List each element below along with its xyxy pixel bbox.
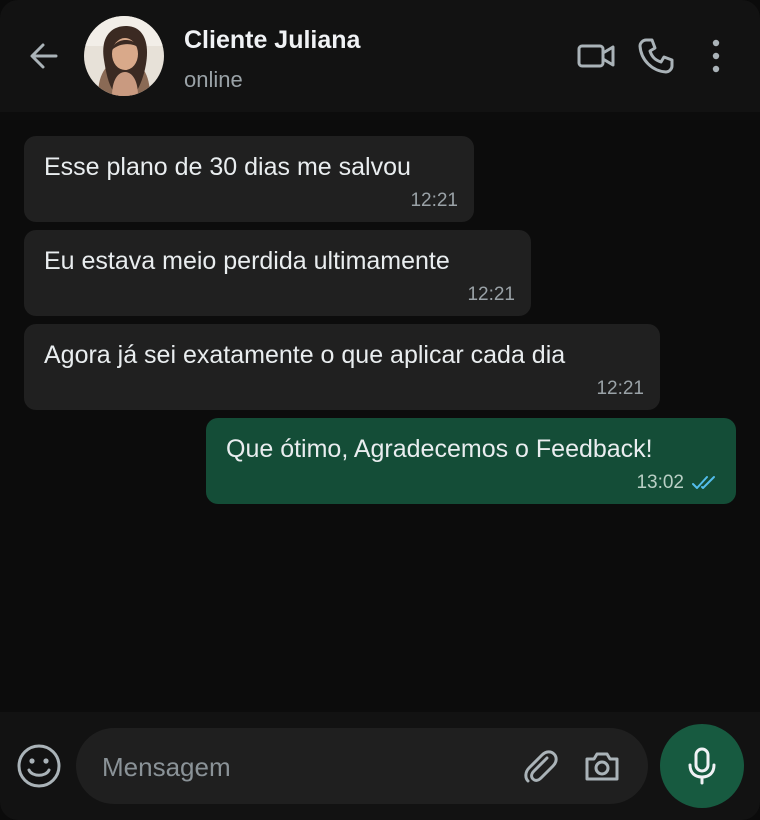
message-bubble-incoming[interactable]: Agora já sei exatamente o que aplicar ca… [24, 324, 660, 410]
voice-call-button[interactable] [636, 36, 676, 76]
message-composer [0, 712, 760, 820]
message-text: Que ótimo, Agradecemos o Feedback! [226, 435, 653, 463]
message-text: Esse plano de 30 dias me salvou [44, 153, 411, 181]
back-arrow-icon [30, 43, 58, 69]
emoji-icon [17, 744, 61, 788]
video-call-button[interactable] [576, 36, 616, 76]
attach-button[interactable] [520, 746, 560, 786]
message-time: 13:02 [636, 472, 684, 493]
emoji-button[interactable] [16, 743, 62, 789]
back-button[interactable] [26, 38, 62, 74]
more-vertical-icon [712, 39, 720, 73]
video-call-icon [577, 44, 615, 68]
message-time: 12:21 [467, 284, 515, 305]
message-time: 12:21 [596, 378, 644, 399]
message-meta: 13:02 [636, 472, 720, 494]
chat-window: Cliente Juliana online Esse plano de 30 … [0, 0, 760, 820]
camera-icon [585, 752, 619, 781]
message-meta: 12:21 [467, 284, 515, 306]
message-meta: 12:21 [596, 378, 644, 400]
double-check-read-icon [692, 476, 715, 489]
contact-status: online [184, 67, 243, 92]
message-bubble-incoming[interactable]: Esse plano de 30 dias me salvou 12:21 [24, 136, 474, 222]
paperclip-icon [524, 750, 558, 783]
message-input[interactable] [100, 748, 504, 786]
avatar[interactable] [84, 16, 164, 96]
message-text: Eu estava meio perdida ultimamente [44, 247, 450, 275]
camera-button[interactable] [582, 746, 622, 786]
phone-icon [638, 38, 674, 74]
message-bubble-incoming[interactable]: Eu estava meio perdida ultimamente 12:21 [24, 230, 531, 316]
mic-icon [688, 747, 716, 785]
voice-record-button[interactable] [660, 724, 744, 808]
message-text: Agora já sei exatamente o que aplicar ca… [44, 341, 566, 369]
chat-header: Cliente Juliana online [0, 0, 760, 112]
message-list: Esse plano de 30 dias me salvou 12:21 Eu… [0, 112, 760, 712]
message-input-container [76, 728, 648, 804]
message-time: 12:21 [410, 190, 458, 211]
message-meta: 12:21 [410, 190, 458, 212]
avatar-image [84, 16, 164, 96]
more-options-button[interactable] [696, 36, 736, 76]
message-bubble-outgoing[interactable]: Que ótimo, Agradecemos o Feedback! 13:02 [206, 418, 736, 504]
contact-name[interactable]: Cliente Juliana [184, 26, 360, 55]
